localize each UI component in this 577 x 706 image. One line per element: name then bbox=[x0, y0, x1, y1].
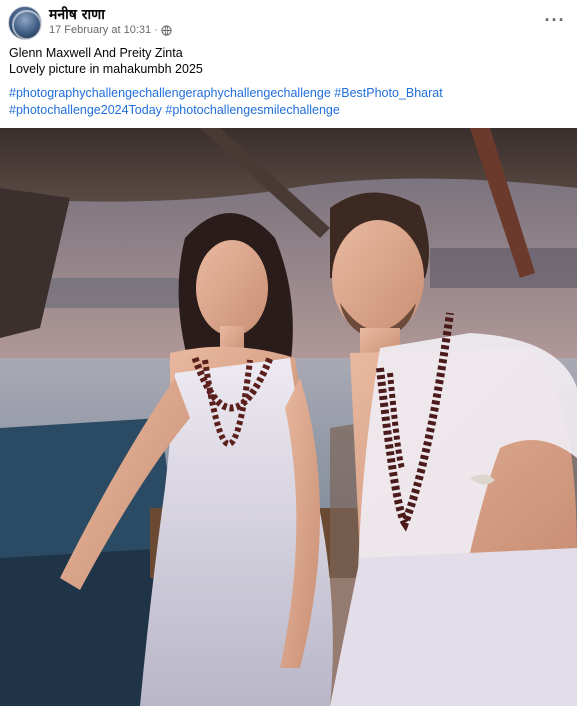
photo-illustration bbox=[0, 128, 577, 706]
caption-line: Lovely picture in mahakumbh 2025 bbox=[9, 62, 203, 76]
feed-post: मनीष राणा 17 February at 10:31 · ··· Gle… bbox=[0, 0, 577, 706]
post-caption: Glenn Maxwell And Preity Zinta Lovely pi… bbox=[9, 45, 203, 77]
globe-icon bbox=[161, 24, 172, 36]
hashtag-link[interactable]: #photographychallengechallengeraphychall… bbox=[9, 86, 331, 100]
hashtag-link[interactable]: #BestPhoto_Bharat bbox=[334, 86, 442, 100]
post-header: मनीष राणा 17 February at 10:31 · ··· bbox=[0, 0, 577, 44]
hashtag-link[interactable]: #photochallengesmilechallenge bbox=[165, 103, 339, 117]
post-timestamp[interactable]: 17 February at 10:31 bbox=[49, 24, 151, 36]
post-meta: 17 February at 10:31 · bbox=[49, 24, 172, 36]
caption-line: Glenn Maxwell And Preity Zinta bbox=[9, 46, 183, 60]
author-avatar[interactable] bbox=[8, 6, 42, 40]
hashtag-list: #photographychallengechallengeraphychall… bbox=[9, 85, 443, 119]
author-name[interactable]: मनीष राणा bbox=[49, 5, 105, 24]
hashtag-link[interactable]: #photochallenge2024Today bbox=[9, 103, 162, 117]
more-options-icon[interactable]: ··· bbox=[541, 8, 569, 32]
meta-separator: · bbox=[154, 24, 158, 36]
post-photo[interactable] bbox=[0, 128, 577, 706]
